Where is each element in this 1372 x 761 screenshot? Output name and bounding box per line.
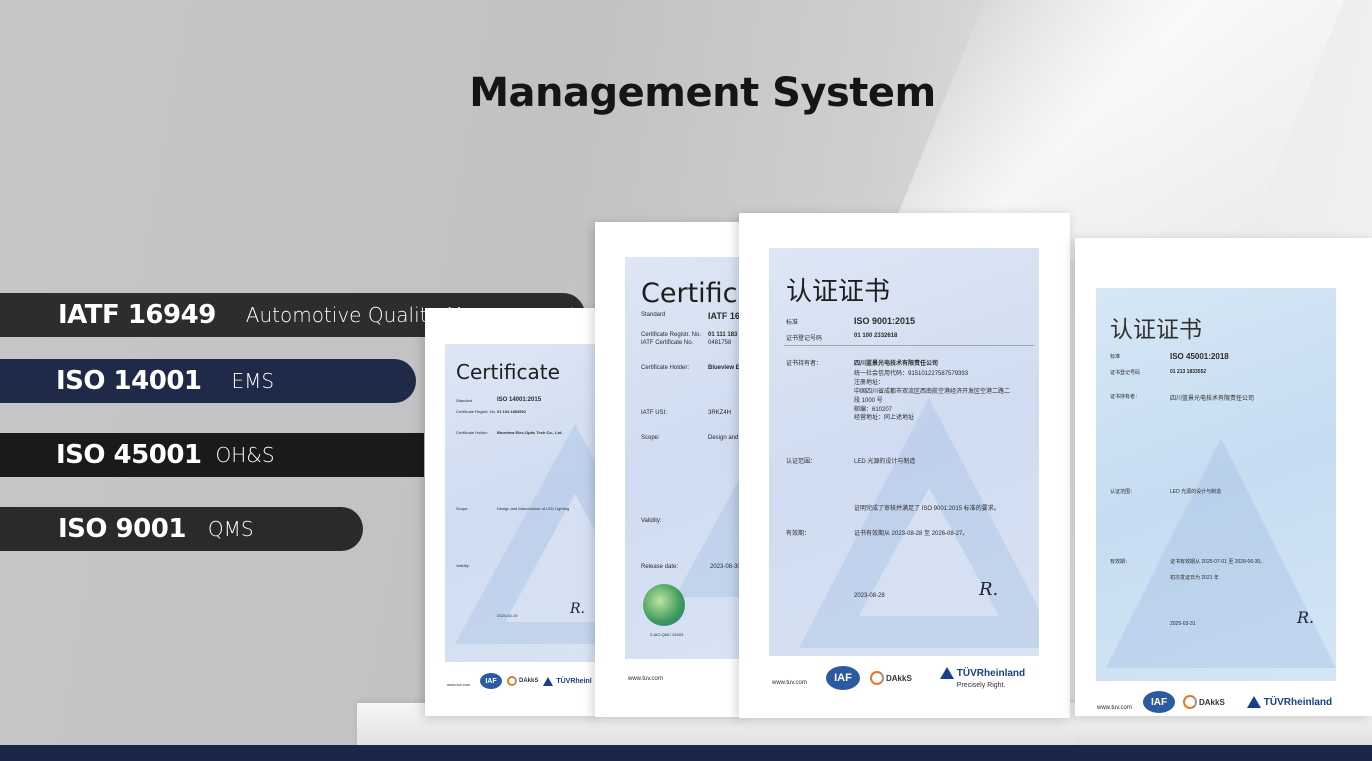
regno-label: Certificate Registr. No.	[456, 409, 497, 414]
cert-description: EMS	[231, 369, 275, 393]
logo-row: IAF DAkkS TÜVRheinl	[480, 673, 592, 689]
scope-label: Scope:	[641, 435, 660, 441]
certificate-title: Certificate	[641, 278, 745, 309]
dakks-logo: DAkkS	[870, 671, 912, 685]
holder-label: 证书持有者：	[786, 361, 823, 367]
regno-value: 01 104 1803592	[497, 409, 526, 414]
signature: R.	[1297, 608, 1315, 627]
certificate-iso-14001: Certificate Standard ISO 14001:2015 Cert…	[425, 308, 600, 716]
tuv-logo: TÜVRheinland	[1246, 696, 1332, 708]
standard-label: Standard	[641, 312, 666, 318]
tuv-logo: TÜVRheinland Precisely Right.	[939, 667, 1025, 689]
cert-code: IATF 16949	[58, 300, 216, 330]
validity-label: 有效期：	[786, 531, 811, 537]
iatf-no-label: IATF Certificate No.	[641, 340, 694, 346]
holder-label: Certificate Holder:	[641, 365, 690, 371]
website-url: www.tuv.com	[628, 676, 663, 682]
dakks-logo: DAkkS	[1183, 695, 1225, 709]
certificate-iso-45001: 认证证书 标准 ISO 45001:2018 证书登记号码 01 213 183…	[1075, 238, 1372, 716]
certificate-title: Certificate	[456, 360, 560, 384]
validity-value: 证书有效期从 2025-07-01 至 2028-06-30。	[1170, 559, 1266, 565]
holder-value: 四川蓝景光电技术有限责任公司	[1170, 396, 1255, 402]
issue-date: 2024-02-19	[497, 613, 518, 618]
holder-code: 统一社会信用代码：915101227587579393	[854, 371, 969, 377]
standard-label: 标准	[786, 320, 799, 326]
signature: R.	[570, 601, 585, 617]
logo-row: IAF DAkkS TÜVRheinland	[1143, 691, 1332, 713]
iatf-code: 2-IAO-QMC 01003	[650, 632, 684, 637]
cert-code: ISO 9001	[58, 514, 186, 544]
scope-label: Scope:	[456, 506, 469, 511]
regno-label: Certificate Registr. No.	[641, 332, 702, 338]
scope-value: LED 光源的设计与制造	[1170, 489, 1222, 495]
regno-label: 证书登记号码	[786, 336, 823, 342]
operating-address: 经营地址：同上述地址	[854, 415, 915, 421]
certificate-panel	[769, 248, 1039, 656]
regno-value: 01 213 1833552	[1170, 369, 1207, 375]
iaf-logo: IAF	[480, 673, 502, 689]
iatf-no-value: 0481758	[708, 340, 732, 346]
tuv-logo: TÜVRheinl	[543, 676, 592, 686]
certificate-iso-9001: 认证证书 标准 ISO 9001:2015 证书登记号码 01 100 2332…	[739, 213, 1070, 718]
holder-label: Certificate Holder:	[456, 430, 489, 435]
certificate-title: 认证证书	[786, 277, 891, 307]
standard-value: IATF 16	[708, 311, 740, 321]
holder-value: 四川蓝景光电技术有限责任公司	[854, 361, 939, 367]
release-label: Release date:	[641, 564, 679, 570]
scope-value: Design and	[708, 435, 739, 441]
validity-value: 证书有效期从 2023-08-28 至 2026-08-27。	[854, 531, 969, 537]
bottom-band	[0, 745, 1372, 761]
address-label: 注册地址：	[854, 380, 885, 386]
release-value: 2023-08-30	[710, 564, 741, 570]
cert-description: QMS	[207, 517, 254, 541]
issue-date: 2023-08-28	[854, 593, 885, 599]
scope-value: Design and Manufacture of LED Lighting	[497, 506, 570, 511]
website-url: www.tuv.com	[772, 680, 807, 686]
cert-pill-iso-45001: ISO 45001 OH&S	[0, 433, 424, 477]
cert-code: ISO 45001	[56, 440, 202, 470]
iatf-globe-logo	[643, 584, 685, 626]
cert-pill-iso-9001: ISO 9001 QMS	[0, 507, 363, 551]
iaf-logo: IAF	[826, 666, 860, 690]
scope-label: 认证范围：	[786, 459, 817, 465]
holder-value: Blueview Elec-Optic Tech Co., Ltd.	[497, 430, 563, 435]
holder-label: 证书持有者：	[1110, 394, 1141, 400]
regno-value: 01 111 183	[708, 332, 738, 338]
regno-value: 01 100 2332618	[854, 333, 898, 339]
validity-label: Validity:	[456, 563, 470, 568]
standard-label: 标准	[1110, 354, 1121, 360]
validity-label: 有效期：	[1110, 559, 1131, 565]
dakks-logo: DAkkS	[507, 676, 538, 686]
website-url: www.tuv.com	[1097, 705, 1132, 711]
logo-row: IAF DAkkS TÜVRheinland Precisely Right.	[826, 666, 1025, 690]
standard-value: ISO 14001:2015	[497, 397, 542, 403]
scope-value: LED 光源的设计与制造	[854, 459, 916, 465]
iaf-logo: IAF	[1143, 691, 1175, 713]
validity-label: Validity:	[641, 518, 662, 524]
first-issue: 初次发证日为 2021 年	[1170, 575, 1219, 581]
cert-code: ISO 14001	[56, 366, 202, 396]
regno-label: 证书登记号码	[1110, 370, 1141, 376]
website-url: www.tuv.com	[447, 682, 471, 687]
standard-value: ISO 9001:2015	[854, 316, 916, 326]
address-value: 中国四川省成都市双流区西南航空港经济开发区空港二路二段 1000 号	[854, 389, 1011, 404]
standard-label: Standard	[456, 398, 473, 403]
holder-value: Blueview E	[708, 365, 740, 371]
divider	[784, 345, 1034, 346]
page-title: Management System	[469, 70, 936, 116]
signature: R.	[979, 579, 999, 600]
usi-value: 3RKZ4H	[708, 410, 732, 416]
standard-value: ISO 45001:2018	[1170, 352, 1229, 361]
cert-description: OH&S	[215, 443, 275, 467]
issue-date: 2025-03-31	[1170, 621, 1196, 627]
certificate-iatf-16949: Certificate Standard IATF 16 Certificate…	[595, 222, 745, 717]
certificate-title: 认证证书	[1110, 317, 1202, 343]
statement: 证明完成了审核并满足了 ISO 9001:2015 标准的要求。	[854, 506, 1000, 512]
cert-pill-iso-14001: ISO 14001 EMS	[0, 359, 416, 403]
watermark-triangle-inner	[505, 494, 600, 622]
display-pedestal-right	[1076, 716, 1372, 745]
scope-label: 认证范围：	[1110, 489, 1136, 495]
usi-label: IATF USI:	[641, 410, 667, 416]
watermark-triangle	[1106, 438, 1336, 668]
